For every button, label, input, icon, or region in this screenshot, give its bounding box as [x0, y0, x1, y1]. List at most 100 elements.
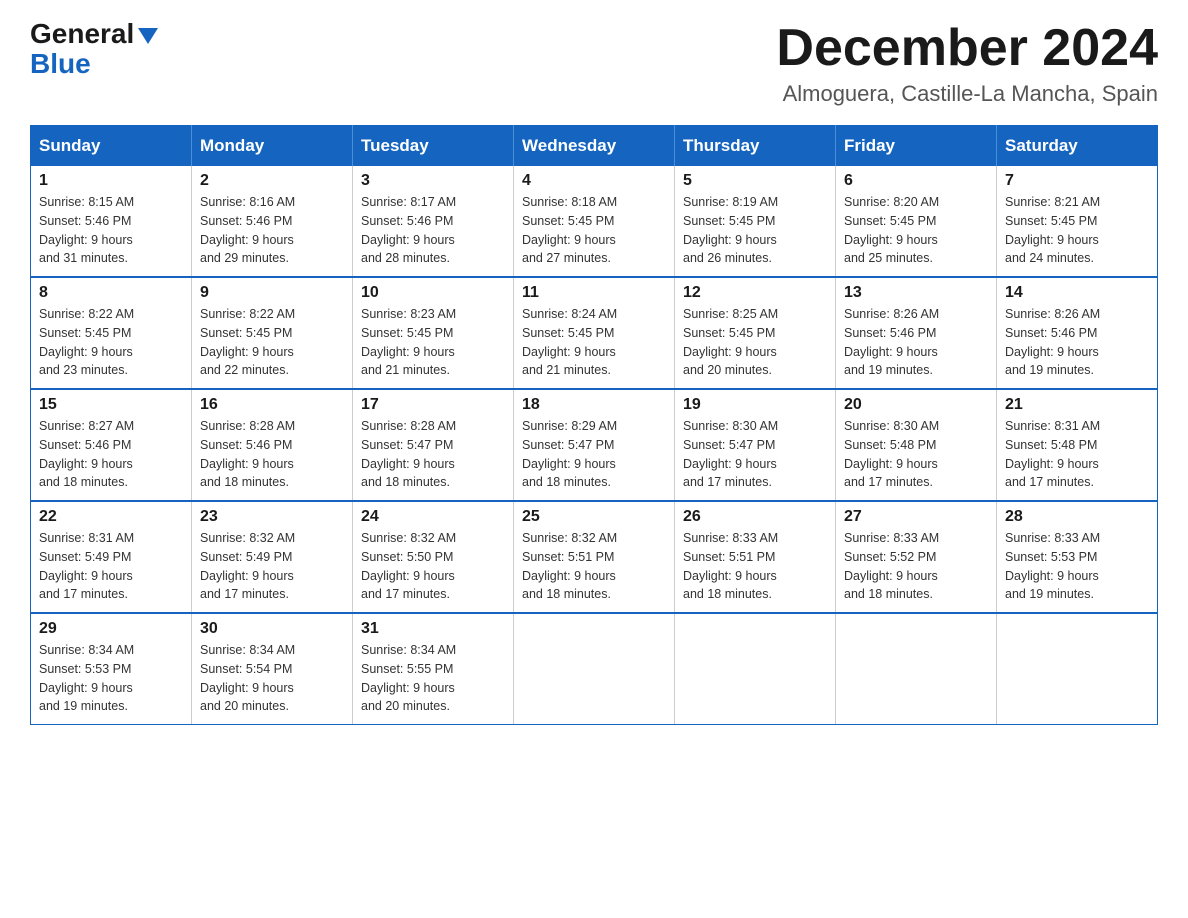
calendar-cell	[514, 613, 675, 725]
calendar-cell: 16 Sunrise: 8:28 AMSunset: 5:46 PMDaylig…	[192, 389, 353, 501]
day-number: 10	[361, 284, 505, 302]
calendar-cell: 11 Sunrise: 8:24 AMSunset: 5:45 PMDaylig…	[514, 277, 675, 389]
calendar-week-row: 22 Sunrise: 8:31 AMSunset: 5:49 PMDaylig…	[31, 501, 1158, 613]
header-monday: Monday	[192, 126, 353, 167]
day-number: 18	[522, 396, 666, 414]
logo-text-part2: Blue	[30, 50, 91, 78]
calendar-cell: 24 Sunrise: 8:32 AMSunset: 5:50 PMDaylig…	[353, 501, 514, 613]
day-number: 28	[1005, 508, 1149, 526]
logo-triangle-icon	[138, 28, 158, 44]
month-year-title: December 2024	[776, 20, 1158, 77]
calendar-cell: 25 Sunrise: 8:32 AMSunset: 5:51 PMDaylig…	[514, 501, 675, 613]
calendar-cell: 10 Sunrise: 8:23 AMSunset: 5:45 PMDaylig…	[353, 277, 514, 389]
day-number: 29	[39, 620, 183, 638]
calendar-cell	[836, 613, 997, 725]
calendar-cell: 26 Sunrise: 8:33 AMSunset: 5:51 PMDaylig…	[675, 501, 836, 613]
calendar-cell: 5 Sunrise: 8:19 AMSunset: 5:45 PMDayligh…	[675, 166, 836, 277]
day-info: Sunrise: 8:27 AMSunset: 5:46 PMDaylight:…	[39, 419, 134, 489]
calendar-cell: 4 Sunrise: 8:18 AMSunset: 5:45 PMDayligh…	[514, 166, 675, 277]
day-info: Sunrise: 8:16 AMSunset: 5:46 PMDaylight:…	[200, 195, 295, 265]
day-info: Sunrise: 8:25 AMSunset: 5:45 PMDaylight:…	[683, 307, 778, 377]
calendar-cell: 8 Sunrise: 8:22 AMSunset: 5:45 PMDayligh…	[31, 277, 192, 389]
calendar-cell: 17 Sunrise: 8:28 AMSunset: 5:47 PMDaylig…	[353, 389, 514, 501]
header-saturday: Saturday	[997, 126, 1158, 167]
day-number: 22	[39, 508, 183, 526]
day-info: Sunrise: 8:20 AMSunset: 5:45 PMDaylight:…	[844, 195, 939, 265]
day-number: 7	[1005, 172, 1149, 190]
calendar-cell: 9 Sunrise: 8:22 AMSunset: 5:45 PMDayligh…	[192, 277, 353, 389]
calendar-cell: 22 Sunrise: 8:31 AMSunset: 5:49 PMDaylig…	[31, 501, 192, 613]
calendar-cell: 2 Sunrise: 8:16 AMSunset: 5:46 PMDayligh…	[192, 166, 353, 277]
day-info: Sunrise: 8:19 AMSunset: 5:45 PMDaylight:…	[683, 195, 778, 265]
day-info: Sunrise: 8:33 AMSunset: 5:51 PMDaylight:…	[683, 531, 778, 601]
day-info: Sunrise: 8:18 AMSunset: 5:45 PMDaylight:…	[522, 195, 617, 265]
calendar-cell: 27 Sunrise: 8:33 AMSunset: 5:52 PMDaylig…	[836, 501, 997, 613]
day-number: 27	[844, 508, 988, 526]
day-info: Sunrise: 8:31 AMSunset: 5:48 PMDaylight:…	[1005, 419, 1100, 489]
calendar-week-row: 1 Sunrise: 8:15 AMSunset: 5:46 PMDayligh…	[31, 166, 1158, 277]
day-number: 3	[361, 172, 505, 190]
calendar-cell: 18 Sunrise: 8:29 AMSunset: 5:47 PMDaylig…	[514, 389, 675, 501]
day-number: 24	[361, 508, 505, 526]
day-info: Sunrise: 8:33 AMSunset: 5:53 PMDaylight:…	[1005, 531, 1100, 601]
day-number: 20	[844, 396, 988, 414]
day-number: 23	[200, 508, 344, 526]
calendar-cell: 14 Sunrise: 8:26 AMSunset: 5:46 PMDaylig…	[997, 277, 1158, 389]
logo: General Blue	[30, 20, 158, 78]
day-number: 11	[522, 284, 666, 302]
day-info: Sunrise: 8:31 AMSunset: 5:49 PMDaylight:…	[39, 531, 134, 601]
day-info: Sunrise: 8:26 AMSunset: 5:46 PMDaylight:…	[1005, 307, 1100, 377]
day-number: 14	[1005, 284, 1149, 302]
day-number: 15	[39, 396, 183, 414]
day-number: 13	[844, 284, 988, 302]
day-number: 30	[200, 620, 344, 638]
day-info: Sunrise: 8:30 AMSunset: 5:47 PMDaylight:…	[683, 419, 778, 489]
day-number: 19	[683, 396, 827, 414]
day-number: 1	[39, 172, 183, 190]
day-info: Sunrise: 8:22 AMSunset: 5:45 PMDaylight:…	[39, 307, 134, 377]
calendar-cell: 7 Sunrise: 8:21 AMSunset: 5:45 PMDayligh…	[997, 166, 1158, 277]
calendar-week-row: 29 Sunrise: 8:34 AMSunset: 5:53 PMDaylig…	[31, 613, 1158, 725]
calendar-cell: 3 Sunrise: 8:17 AMSunset: 5:46 PMDayligh…	[353, 166, 514, 277]
header-thursday: Thursday	[675, 126, 836, 167]
day-info: Sunrise: 8:15 AMSunset: 5:46 PMDaylight:…	[39, 195, 134, 265]
calendar-cell: 21 Sunrise: 8:31 AMSunset: 5:48 PMDaylig…	[997, 389, 1158, 501]
day-info: Sunrise: 8:24 AMSunset: 5:45 PMDaylight:…	[522, 307, 617, 377]
day-number: 9	[200, 284, 344, 302]
day-info: Sunrise: 8:29 AMSunset: 5:47 PMDaylight:…	[522, 419, 617, 489]
day-number: 21	[1005, 396, 1149, 414]
calendar-cell: 28 Sunrise: 8:33 AMSunset: 5:53 PMDaylig…	[997, 501, 1158, 613]
calendar-cell: 23 Sunrise: 8:32 AMSunset: 5:49 PMDaylig…	[192, 501, 353, 613]
day-number: 31	[361, 620, 505, 638]
header-sunday: Sunday	[31, 126, 192, 167]
calendar-cell: 1 Sunrise: 8:15 AMSunset: 5:46 PMDayligh…	[31, 166, 192, 277]
calendar-cell: 13 Sunrise: 8:26 AMSunset: 5:46 PMDaylig…	[836, 277, 997, 389]
calendar-cell	[997, 613, 1158, 725]
day-number: 17	[361, 396, 505, 414]
calendar-cell: 30 Sunrise: 8:34 AMSunset: 5:54 PMDaylig…	[192, 613, 353, 725]
calendar-week-row: 15 Sunrise: 8:27 AMSunset: 5:46 PMDaylig…	[31, 389, 1158, 501]
day-number: 16	[200, 396, 344, 414]
calendar-week-row: 8 Sunrise: 8:22 AMSunset: 5:45 PMDayligh…	[31, 277, 1158, 389]
calendar-cell: 19 Sunrise: 8:30 AMSunset: 5:47 PMDaylig…	[675, 389, 836, 501]
day-info: Sunrise: 8:34 AMSunset: 5:53 PMDaylight:…	[39, 643, 134, 713]
day-number: 8	[39, 284, 183, 302]
page-header: General Blue December 2024 Almoguera, Ca…	[30, 20, 1158, 107]
day-info: Sunrise: 8:21 AMSunset: 5:45 PMDaylight:…	[1005, 195, 1100, 265]
day-number: 5	[683, 172, 827, 190]
header-wednesday: Wednesday	[514, 126, 675, 167]
day-number: 6	[844, 172, 988, 190]
day-info: Sunrise: 8:32 AMSunset: 5:49 PMDaylight:…	[200, 531, 295, 601]
calendar-table: SundayMondayTuesdayWednesdayThursdayFrid…	[30, 125, 1158, 725]
day-number: 2	[200, 172, 344, 190]
day-info: Sunrise: 8:22 AMSunset: 5:45 PMDaylight:…	[200, 307, 295, 377]
calendar-header-row: SundayMondayTuesdayWednesdayThursdayFrid…	[31, 126, 1158, 167]
day-info: Sunrise: 8:33 AMSunset: 5:52 PMDaylight:…	[844, 531, 939, 601]
calendar-cell: 6 Sunrise: 8:20 AMSunset: 5:45 PMDayligh…	[836, 166, 997, 277]
day-number: 26	[683, 508, 827, 526]
day-number: 25	[522, 508, 666, 526]
calendar-cell: 12 Sunrise: 8:25 AMSunset: 5:45 PMDaylig…	[675, 277, 836, 389]
day-number: 4	[522, 172, 666, 190]
day-info: Sunrise: 8:26 AMSunset: 5:46 PMDaylight:…	[844, 307, 939, 377]
calendar-cell: 20 Sunrise: 8:30 AMSunset: 5:48 PMDaylig…	[836, 389, 997, 501]
